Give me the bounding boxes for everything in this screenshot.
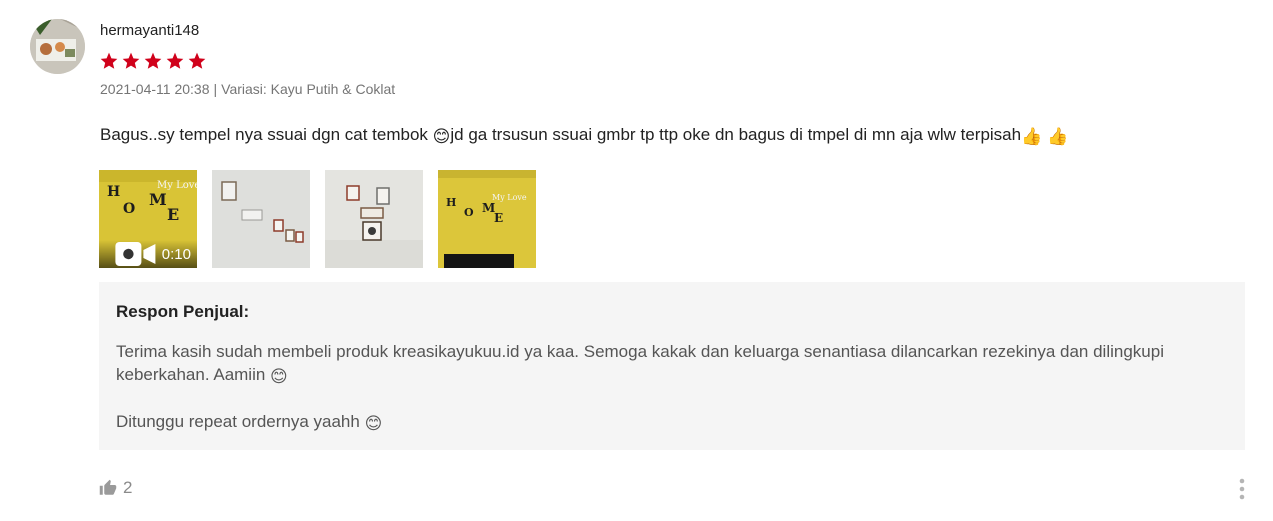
home-letter: E — [494, 211, 503, 225]
smile-emoji: 😊 — [364, 414, 383, 433]
more-vertical-icon[interactable] — [1236, 478, 1248, 500]
review-meta: 2021-04-11 20:38 | Variasi: Kayu Putih &… — [100, 81, 395, 97]
sign-text: My Love — [157, 180, 197, 191]
review-image — [212, 170, 310, 268]
review-image-thumbnail[interactable]: H O M E My Love — [438, 170, 536, 268]
star-icon — [166, 52, 184, 69]
sign-text: My Love — [492, 193, 527, 202]
seller-reply-text: Terima kasih sudah membeli produk kreasi… — [116, 340, 1228, 435]
star-icon — [100, 52, 118, 69]
review-video-thumbnail[interactable]: H O M E My Love 0:10 — [99, 170, 197, 268]
video-camera-icon — [115, 242, 156, 266]
review-image — [325, 170, 423, 268]
home-letter: H — [107, 184, 120, 200]
avatar[interactable] — [30, 19, 85, 74]
smile-emoji: 😊 — [432, 127, 451, 146]
review-text: Bagus..sy tempel nya ssuai dgn cat tembo… — [100, 125, 1068, 147]
seller-reply-paragraph: Ditunggu repeat ordernya yaahh 😊 — [116, 410, 1228, 435]
star-icon — [188, 52, 206, 69]
thumbs-up-emoji: 👍 — [1047, 127, 1069, 146]
like-count: 2 — [123, 478, 133, 497]
like-button[interactable]: 2 — [99, 478, 132, 498]
video-duration: 0:10 — [161, 245, 191, 263]
meta-separator: | — [213, 81, 218, 97]
home-letter: O — [464, 206, 474, 219]
seller-reply: Respon Penjual: Terima kasih sudah membe… — [99, 282, 1245, 450]
smile-emoji: 😊 — [270, 367, 288, 386]
home-letter: O — [123, 201, 135, 217]
review-text-part2: jd ga trsusun ssuai gmbr tp ttp oke dn b… — [450, 125, 1022, 144]
video-overlay: 0:10 — [99, 240, 197, 268]
home-letter: H — [446, 196, 456, 209]
avatar-image — [30, 19, 85, 74]
review-image: H O M E My Love — [438, 170, 536, 268]
star-icon — [144, 52, 162, 69]
thumbs-up-icon — [99, 479, 117, 495]
seller-reply-paragraph: Terima kasih sudah membeli produk kreasi… — [116, 340, 1228, 388]
review-date: 2021-04-11 20:38 — [100, 81, 210, 97]
star-icon — [122, 52, 140, 69]
home-letter: M — [149, 190, 167, 209]
review-image-thumbnail[interactable] — [325, 170, 423, 268]
home-letter: E — [167, 205, 179, 224]
review-media-list: H O M E My Love 0:10 H O M E My Love — [99, 170, 536, 268]
seller-reply-title: Respon Penjual: — [116, 302, 250, 321]
review-text-part1: Bagus..sy tempel nya ssuai dgn cat tembo… — [100, 125, 433, 144]
username[interactable]: hermayanti148 — [100, 22, 199, 39]
review-image-thumbnail[interactable] — [212, 170, 310, 268]
rating-stars — [99, 51, 207, 71]
thumbs-up-emoji: 👍 — [1021, 127, 1043, 146]
review-variation: Variasi: Kayu Putih & Coklat — [221, 81, 396, 97]
seller-reply-paragraph-text: Ditunggu repeat ordernya yaahh — [116, 412, 365, 431]
